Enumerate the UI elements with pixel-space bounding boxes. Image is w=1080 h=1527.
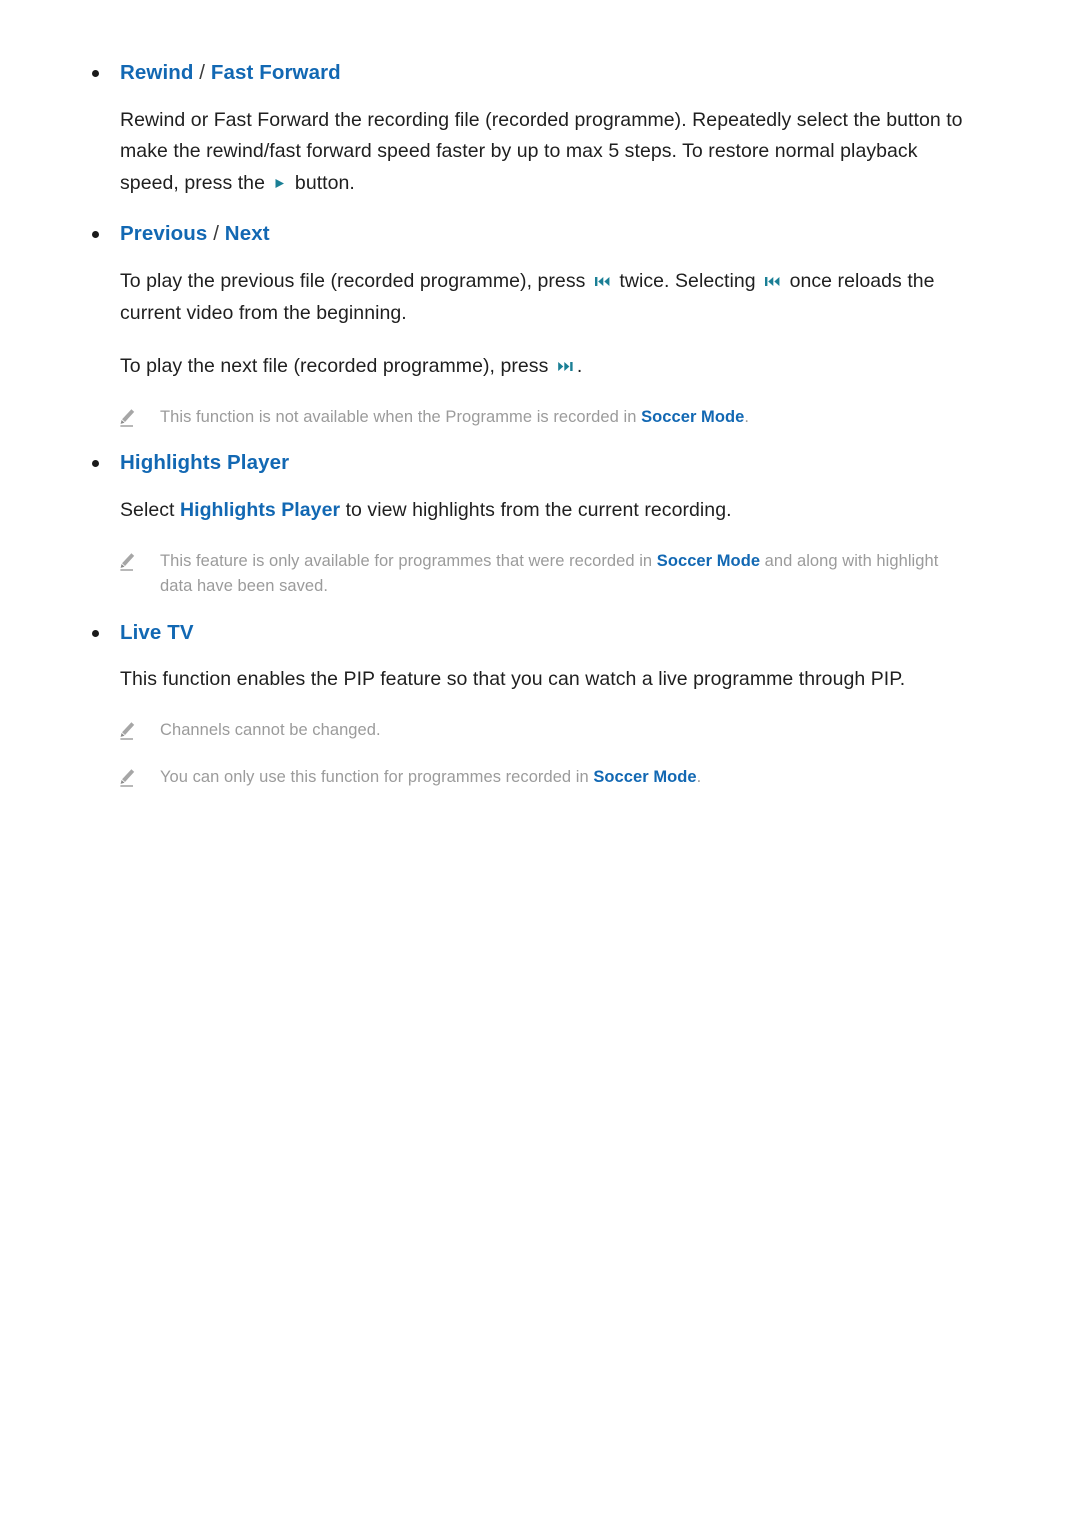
- paragraph-text-part2: twice. Selecting: [613, 270, 762, 293]
- heading-secondary: Fast Forward: [210, 61, 341, 84]
- pencil-note-icon: [118, 768, 136, 788]
- heading-live-tv: Live TV: [60, 620, 1020, 647]
- bullet-dot-icon: [92, 460, 99, 468]
- heading-rewind-fast-forward: Rewind / Fast Forward: [60, 60, 1020, 87]
- skip-previous-icon: [594, 275, 611, 288]
- section-live-tv: Live TV This function enables the PIP fe…: [60, 620, 1020, 791]
- pencil-note-icon: [118, 721, 136, 741]
- paragraph-text-part2: .: [576, 355, 583, 378]
- paragraph-text-part1: Rewind or Fast Forward the recording fil…: [120, 108, 963, 194]
- heading-previous-next: Previous / Next: [60, 221, 1020, 248]
- paragraph-previous-body: To play the previous file (recorded prog…: [60, 266, 1020, 329]
- paragraph-text-part1: This function enables the PIP feature so…: [120, 668, 906, 691]
- note-item: This function is not available when the …: [60, 405, 1020, 431]
- bullet-dot-icon: [92, 629, 99, 637]
- skip-previous-icon: [764, 275, 781, 288]
- note-keyword: Soccer Mode: [656, 551, 761, 570]
- note-text-part2: .: [696, 768, 702, 787]
- heading-primary: Previous: [120, 222, 208, 246]
- heading-text: Live TV: [120, 620, 194, 647]
- bullet-dot-icon: [92, 70, 99, 77]
- note-spacer: [60, 757, 1020, 765]
- note-item: This feature is only available for progr…: [60, 549, 1020, 600]
- section-rewind-fast-forward: Rewind / Fast Forward Rewind or Fast For…: [60, 60, 1020, 199]
- note-text-part1: You can only use this function for progr…: [160, 768, 594, 787]
- heading-separator: /: [193, 61, 211, 84]
- note-text: Channels cannot be changed.: [160, 718, 381, 744]
- paragraph-text-part2: button.: [289, 171, 355, 194]
- pencil-note-icon: [118, 408, 136, 428]
- note-text-part2: .: [744, 407, 749, 426]
- paragraph-text-part1: To play the next file (recorded programm…: [120, 355, 554, 378]
- note-text-part1: Channels cannot be changed.: [160, 720, 381, 739]
- section-highlights-player: Highlights Player Select Highlights Play…: [60, 450, 1020, 599]
- heading-highlights-player: Highlights Player: [60, 450, 1020, 477]
- play-icon: [273, 177, 286, 190]
- note-item: You can only use this function for progr…: [60, 765, 1020, 791]
- bullet-dot-icon: [92, 231, 99, 239]
- skip-next-icon: [557, 360, 574, 373]
- heading-text: Highlights Player: [120, 450, 289, 477]
- heading-primary: Rewind: [120, 61, 194, 84]
- note-keyword: Soccer Mode: [641, 407, 745, 426]
- heading-text: Previous / Next: [120, 221, 270, 248]
- section-previous-next: Previous / Next To play the previous fil…: [60, 221, 1020, 430]
- note-text: This feature is only available for progr…: [160, 549, 950, 600]
- paragraph-keyword: Highlights Player: [179, 498, 341, 521]
- paragraph-rewind-body: Rewind or Fast Forward the recording fil…: [60, 105, 1020, 200]
- note-text-part1: This function is not available when the …: [160, 407, 642, 426]
- pencil-note-icon: [118, 552, 136, 572]
- heading-text: Rewind / Fast Forward: [120, 60, 341, 87]
- note-text: This function is not available when the …: [160, 405, 749, 431]
- heading-primary: Highlights Player: [120, 451, 290, 475]
- paragraph-next-body: To play the next file (recorded programm…: [60, 351, 1020, 383]
- note-keyword: Soccer Mode: [593, 768, 697, 787]
- heading-secondary: Next: [224, 222, 270, 246]
- paragraph-text-part1: Select: [120, 498, 180, 521]
- paragraph-text-part1: To play the previous file (recorded prog…: [120, 270, 591, 293]
- note-text: You can only use this function for progr…: [160, 765, 701, 791]
- heading-separator: /: [207, 222, 225, 246]
- heading-primary: Live TV: [120, 620, 194, 644]
- paragraph-livetv-body: This function enables the PIP feature so…: [60, 664, 1020, 696]
- paragraph-highlights-body: Select Highlights Player to view highlig…: [60, 495, 1020, 527]
- paragraph-text-part2: to view highlights from the current reco…: [340, 498, 732, 521]
- document-page: Rewind / Fast Forward Rewind or Fast For…: [0, 0, 1080, 1527]
- note-text-part1: This feature is only available for progr…: [160, 551, 657, 570]
- note-item: Channels cannot be changed.: [60, 718, 1020, 744]
